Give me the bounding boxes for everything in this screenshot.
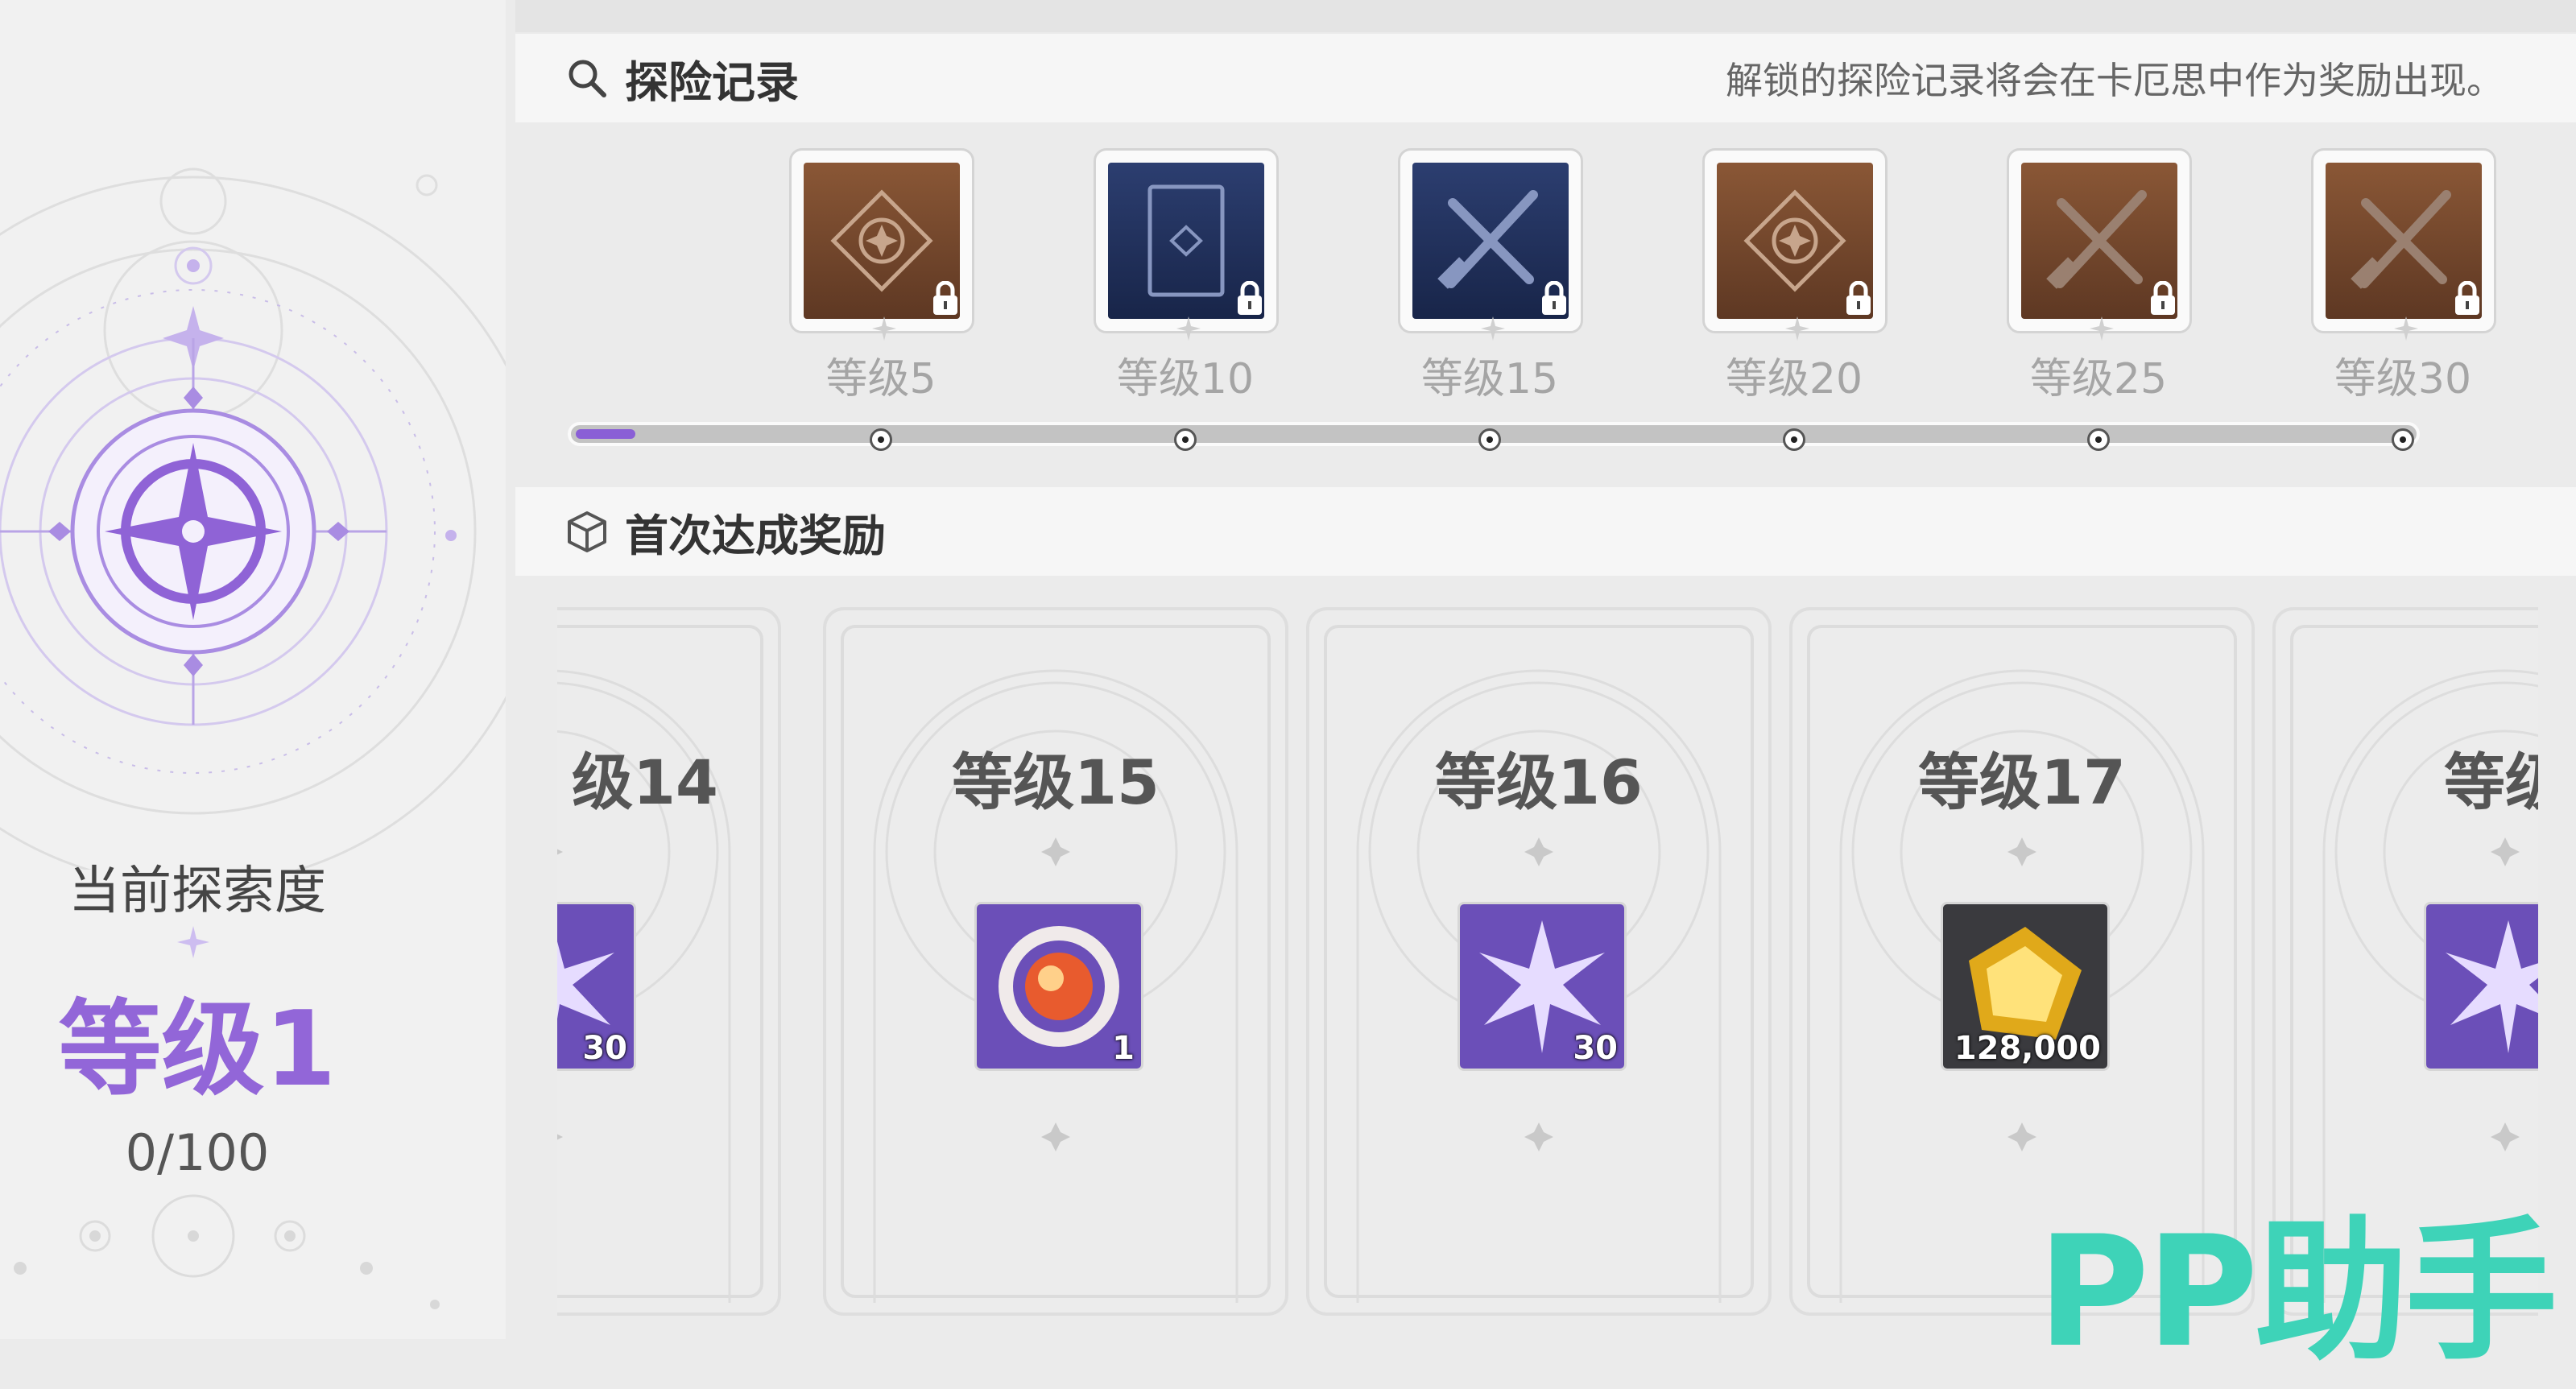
- reward-level: 等级15: [952, 746, 1160, 818]
- reward-item[interactable]: 1: [974, 902, 1143, 1071]
- records-progress-fill: [576, 429, 635, 439]
- star-icon: [872, 316, 896, 341]
- star-icon: [1176, 316, 1201, 341]
- record-level-label: 等级5: [825, 355, 937, 403]
- reward-level: 等级17: [1918, 746, 2126, 818]
- record-level-label: 等级25: [2029, 355, 2168, 403]
- record-level-label: 等级15: [1420, 355, 1559, 403]
- current-exploration-label: 当前探索度: [68, 862, 326, 921]
- reward-item[interactable]: 30: [557, 902, 636, 1071]
- lock-icon: [2151, 281, 2175, 315]
- rewards-header: 首次达成奖励: [515, 487, 2576, 576]
- reward-level: 等级16: [1435, 746, 1643, 818]
- cube-icon: [568, 511, 606, 552]
- milestone-dot: [2392, 428, 2414, 451]
- lock-icon: [933, 281, 957, 315]
- record-item[interactable]: 等级10: [1094, 148, 1279, 405]
- reward-level: 级14: [572, 746, 718, 818]
- reward-item[interactable]: 30: [1458, 902, 1627, 1071]
- compass-emblem-icon: [0, 167, 506, 870]
- exploration-panel: 当前探索度 等级1 0/100: [0, 0, 506, 1339]
- star-icon: [2090, 316, 2114, 341]
- milestone-dot: [1783, 428, 1805, 451]
- reward-card[interactable]: 级14 30: [557, 607, 781, 1316]
- lock-icon: [2455, 281, 2479, 315]
- milestone-dot: [870, 428, 892, 451]
- record-item[interactable]: 等级30: [2311, 148, 2496, 405]
- record-level-label: 等级30: [2334, 355, 2472, 403]
- records-header: 探险记录 解锁的探险记录将会在卡厄思中作为奖励出现。: [515, 34, 2576, 122]
- star-icon: [1785, 316, 1809, 341]
- records-hint: 解锁的探险记录将会在卡厄思中作为奖励出现。: [1726, 59, 2504, 102]
- record-item[interactable]: 等级5: [789, 148, 974, 405]
- lock-icon: [1542, 281, 1566, 315]
- reward-card[interactable]: 等级16 30: [1306, 607, 1772, 1316]
- decorative-dots-icon: [14, 1194, 440, 1309]
- reward-item[interactable]: 128,000: [1941, 902, 2110, 1071]
- star-icon: [2394, 316, 2418, 341]
- crystal-star-icon: [2426, 904, 2538, 1069]
- reward-quantity: 1: [1112, 1030, 1135, 1067]
- reward-quantity: 30: [582, 1030, 627, 1067]
- current-level: 等级1: [58, 990, 337, 1110]
- milestone-dot: [1174, 428, 1197, 451]
- records-title: 探险记录: [625, 56, 799, 108]
- record-item[interactable]: 等级15: [1398, 148, 1583, 405]
- search-icon: [569, 60, 606, 97]
- rewards-title: 首次达成奖励: [625, 510, 886, 561]
- milestone-dot: [1478, 428, 1501, 451]
- reward-quantity: 30: [1573, 1030, 1618, 1067]
- reward-card[interactable]: 等级15 1: [823, 607, 1288, 1316]
- record-item[interactable]: 等级20: [1702, 148, 1888, 405]
- reward-quantity: 128,000: [1954, 1030, 2101, 1067]
- record-level-label: 等级20: [1725, 355, 1863, 403]
- star-icon: [1481, 316, 1505, 341]
- reward-level: 等级: [2444, 746, 2538, 818]
- record-item[interactable]: 等级25: [2007, 148, 2192, 405]
- milestone-dot: [2087, 428, 2110, 451]
- lock-icon: [1238, 281, 1262, 315]
- lock-icon: [1846, 281, 1871, 315]
- sparkle-icon: [177, 926, 209, 958]
- watermark: PP助手: [2037, 1203, 2558, 1381]
- record-level-label: 等级10: [1116, 355, 1255, 403]
- top-strip: [515, 0, 2576, 32]
- reward-item[interactable]: [2424, 902, 2538, 1071]
